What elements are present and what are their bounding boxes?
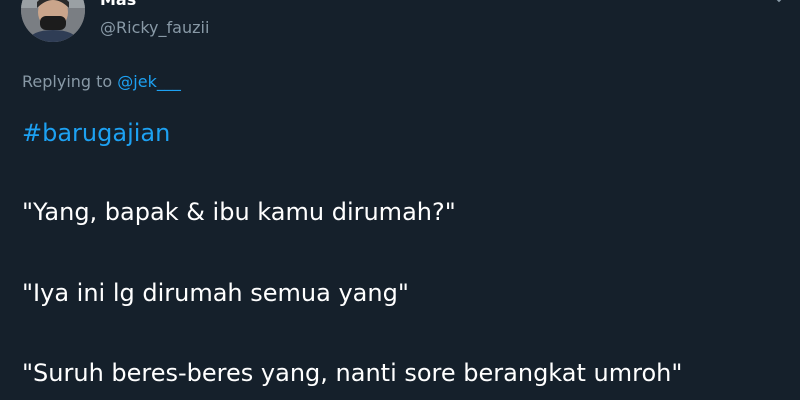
tweet-text-line: "Suruh beres-beres yang, nanti sore bera… — [22, 359, 683, 387]
user-photo-icon — [21, 0, 85, 42]
username-handle[interactable]: @Ricky_fauzii — [100, 18, 209, 38]
avatar[interactable] — [21, 0, 85, 42]
replying-to-label: Replying to — [22, 72, 118, 91]
hashtag-link[interactable]: #barugajian — [22, 118, 170, 148]
reply-mention-link[interactable]: @jek___ — [117, 72, 181, 91]
display-name[interactable]: Mas — [100, 0, 136, 10]
replying-to: Replying to @jek___ — [22, 72, 181, 92]
tweet-text-line: "Yang, bapak & ibu kamu dirumah?" — [22, 198, 456, 226]
chevron-down-icon[interactable] — [772, 0, 786, 6]
tweet-card: Mas @Ricky_fauzii Replying to @jek___ #b… — [0, 0, 800, 400]
tweet-text-line: "Iya ini lg dirumah semua yang" — [22, 279, 409, 307]
